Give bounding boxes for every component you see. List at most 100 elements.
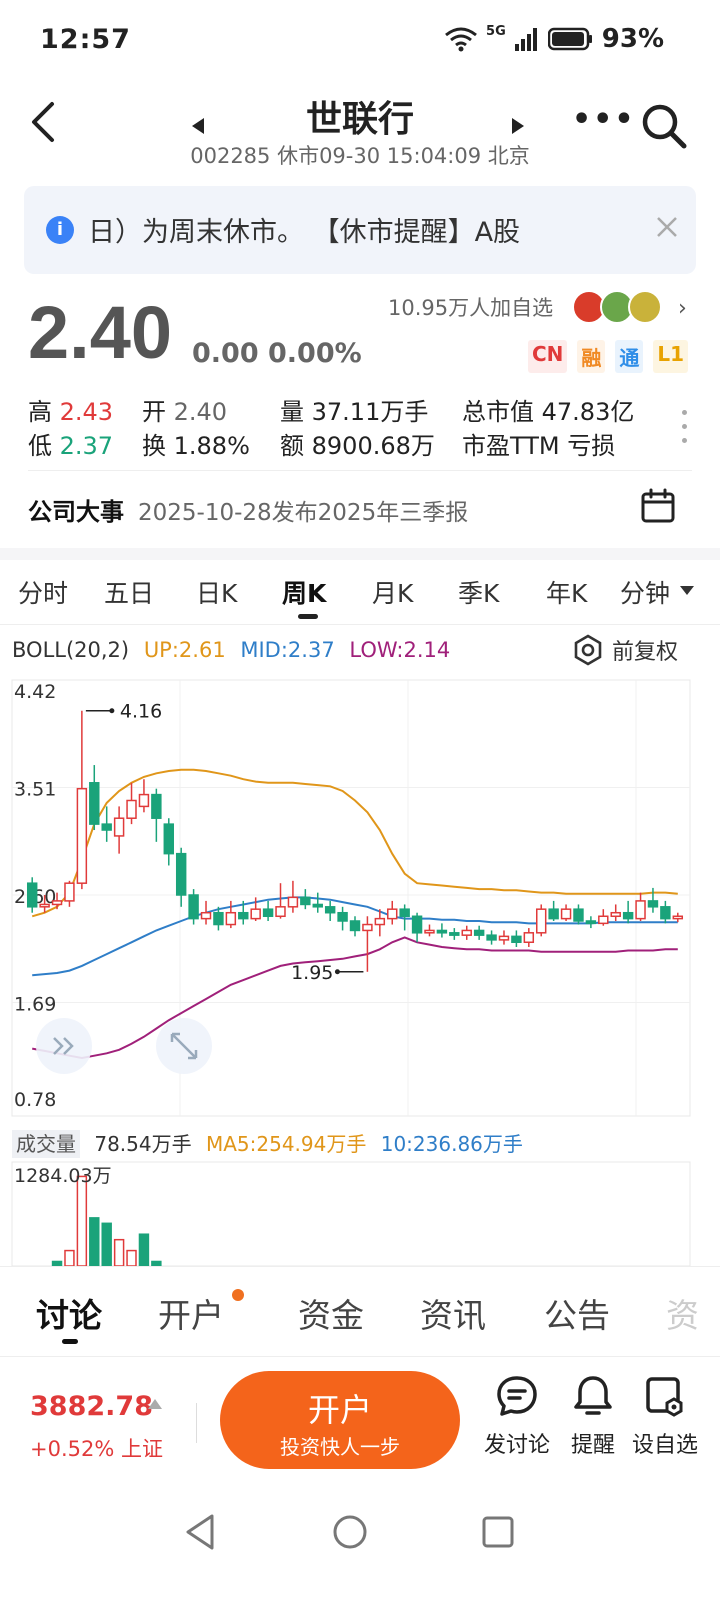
max-label: 4.16 [120, 701, 162, 723]
stock-code-status: 002285 休市09-30 15:04:09 北京 [190, 144, 530, 168]
candle-body [349, 920, 361, 932]
candle-body [560, 908, 572, 920]
candle-body [573, 908, 584, 922]
candle-body [399, 908, 410, 918]
stock-tags: CN 融 通 L1 [528, 340, 689, 373]
divider [0, 624, 720, 625]
candle-body [188, 894, 199, 920]
watcher-avatars[interactable] [572, 290, 672, 324]
tab-funds[interactable]: 资金 [298, 1289, 364, 1337]
tab-minute[interactable]: 分钟 [620, 574, 670, 610]
chart-annotations: 4.16 1.95 [36, 701, 364, 1074]
stat-open: 开 2.40 [142, 398, 228, 426]
nav-recents-icon [482, 1516, 514, 1548]
tag-l1[interactable]: L1 [653, 340, 689, 373]
stat-mktcap: 总市值 47.83亿 [462, 398, 635, 426]
boll-name: BOLL(20,2) [12, 638, 130, 662]
volume-bar [76, 1175, 88, 1266]
tab-announcements[interactable]: 公告 [544, 1289, 610, 1337]
volume-legend[interactable]: 成交量 78.54万手 MA5:254.94万手 10:236.86万手 [12, 1128, 523, 1158]
up-arrow-icon [148, 1399, 162, 1409]
more-icon[interactable]: ••• [572, 102, 636, 137]
candle-body [585, 920, 597, 925]
tag-connect[interactable]: 通 [615, 340, 644, 373]
tab-discussion[interactable]: 讨论 [36, 1289, 102, 1337]
tab-more[interactable]: 资 [666, 1289, 699, 1337]
candle-body [213, 911, 224, 926]
candle-body [312, 903, 323, 908]
candle-body [64, 882, 75, 902]
scroll-left-button[interactable] [36, 1018, 92, 1074]
chevron-down-icon[interactable] [680, 586, 694, 595]
candle-body [610, 911, 621, 918]
candle-body [76, 787, 88, 884]
tag-margin[interactable]: 融 [577, 340, 606, 373]
candle-body [51, 900, 63, 906]
index-value[interactable]: 3882.78 [30, 1391, 153, 1422]
tab-news[interactable]: 资讯 [420, 1289, 486, 1337]
company-event[interactable]: 公司大事 2025-10-28发布2025年三季报 [28, 492, 468, 527]
close-icon[interactable] [654, 214, 680, 240]
last-price: 2.40 [28, 291, 173, 374]
volume-chart[interactable]: 1284.03万 [0, 1160, 720, 1266]
candle-body [287, 896, 299, 908]
watchlist-icon [646, 1377, 683, 1417]
boll-mid: MID:2.37 [240, 638, 335, 662]
kline-tabs: 分时 五日 日K 周K 月K 季K 年K 分钟 [0, 560, 720, 624]
divider [196, 1403, 197, 1443]
tag-cn[interactable]: CN [528, 340, 568, 373]
open-account-title: 开户 [307, 1391, 372, 1429]
next-stock-icon[interactable] [512, 118, 524, 134]
kline-chart[interactable]: 4.423.512.601.690.78 4.161.95 [0, 672, 720, 1118]
tab-monthly[interactable]: 月K [372, 574, 413, 610]
divider [28, 470, 692, 471]
search-icon[interactable] [640, 102, 688, 150]
stock-header: 世联行 002285 休市09-30 15:04:09 北京 ••• [0, 82, 720, 174]
watchers-count[interactable]: 10.95万人加自选 [388, 292, 553, 322]
chevron-right-icon[interactable]: › [678, 296, 687, 321]
max-marker-dot [109, 708, 115, 714]
settings-hexagon-icon[interactable] [572, 634, 604, 666]
add-watchlist-button[interactable]: 设自选 [620, 1373, 710, 1459]
volume-frame [11, 1161, 691, 1266]
notice-text: 日）为周末休市。 【休市提醒】A股 [88, 217, 521, 248]
tab-daily[interactable]: 日K [196, 574, 237, 610]
candle-body [163, 823, 174, 855]
event-label: 公司大事 [28, 498, 124, 526]
clock: 12:57 [40, 24, 131, 55]
nav-back-icon [186, 1514, 214, 1550]
tab-weekly[interactable]: 周K [282, 574, 326, 610]
open-account-button[interactable]: 开户 投资快人一步 [220, 1371, 460, 1469]
candles [26, 710, 684, 972]
battery-percent: 93% [601, 24, 664, 54]
y-tick-label: 4.42 [14, 681, 56, 703]
tab-intraday[interactable]: 分时 [18, 574, 68, 610]
candle-body [101, 823, 112, 831]
volume-max-label: 1284.03万 [14, 1165, 112, 1187]
y-tick-label: 0.78 [14, 1089, 56, 1111]
volume-bar [113, 1238, 125, 1266]
tab-yearly[interactable]: 年K [546, 574, 587, 610]
candle-body [151, 793, 162, 819]
candle-body [300, 896, 311, 906]
tab-quarterly[interactable]: 季K [458, 574, 499, 610]
market-notice[interactable]: i 日）为周末休市。 【休市提醒】A股 [24, 186, 696, 274]
tab-5day[interactable]: 五日 [104, 574, 154, 610]
section-separator [0, 548, 720, 560]
volume-bar [101, 1222, 112, 1266]
open-account-subtitle: 投资快人一步 [280, 1435, 400, 1459]
index-change[interactable]: +0.52% 上证 [30, 1433, 163, 1463]
y-tick-label: 1.69 [14, 994, 56, 1016]
min-label: 1.95 [291, 962, 333, 984]
active-tab-indicator [62, 1339, 78, 1344]
candle-body [362, 923, 373, 932]
expand-dots-icon[interactable] [682, 410, 688, 450]
candle-body [411, 915, 423, 934]
boll-up-line [31, 768, 678, 918]
candle-body [647, 900, 659, 908]
system-nav-bar [186, 1514, 514, 1550]
calendar-icon[interactable] [640, 488, 676, 524]
candle-body [660, 906, 671, 920]
boll-legend[interactable]: BOLL(20,2) UP:2.61 MID:2.37 LOW:2.14 [12, 638, 458, 662]
tab-open-account[interactable]: 开户 [158, 1289, 224, 1337]
